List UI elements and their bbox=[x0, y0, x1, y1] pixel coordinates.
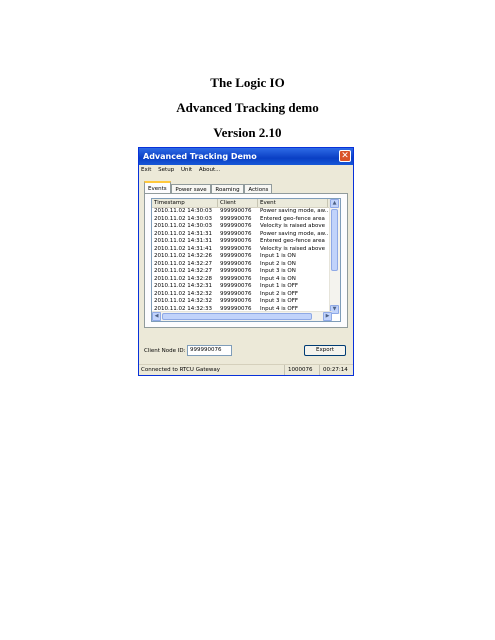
cell-timestamp: 2010.11.02 14:32:26 bbox=[154, 253, 212, 259]
table-row[interactable]: 2010.11.02 14:32:28 999990076 Input 4 is O… bbox=[152, 276, 328, 284]
table-row[interactable]: 2010.11.02 14:32:32 999990076 Input 2 is O… bbox=[152, 291, 328, 299]
cell-timestamp: 2010.11.02 14:31:31 bbox=[154, 230, 212, 237]
table-row[interactable]: 2010.11.02 14:32:26 999990076 Input 1 is O… bbox=[152, 253, 328, 261]
horizontal-scrollbar[interactable]: ◀ ▶ bbox=[152, 311, 332, 321]
close-button[interactable]: ✕ bbox=[339, 150, 351, 162]
cell-client: 999990076 bbox=[220, 215, 252, 222]
cell-client: 999990076 bbox=[220, 275, 252, 282]
table-row[interactable]: 2010.11.02 14:31:31 999990076 Power saving… bbox=[152, 231, 328, 239]
cell-event: Velocity is raised above bbox=[260, 223, 325, 229]
cell-event: Input 2 is OFF bbox=[260, 290, 299, 297]
table-row[interactable]: 2010.11.02 14:30:03 999990076 Entered geo-… bbox=[152, 216, 328, 224]
document-title: The Logic IO bbox=[210, 75, 285, 90]
bottom-controls: Client Node ID: 999990076 Export bbox=[144, 345, 350, 357]
cell-event: Power saving mode, aw... bbox=[260, 208, 328, 214]
table-row[interactable]: 2010.11.02 14:32:27 999990076 Input 3 is O… bbox=[152, 268, 328, 276]
cell-event: Input 1 is OFF bbox=[260, 283, 299, 289]
window-title: Advanced Tracking Demo bbox=[143, 152, 257, 161]
column-header-event[interactable]: Event bbox=[258, 199, 328, 207]
scroll-up-icon[interactable]: ▲ bbox=[330, 199, 339, 208]
cell-client: 999990076 bbox=[220, 208, 252, 214]
cell-timestamp: 2010.11.02 14:30:03 bbox=[154, 208, 212, 214]
menu-unit[interactable]: Unit bbox=[181, 167, 192, 173]
column-header-client[interactable]: Client bbox=[218, 199, 258, 207]
table-row[interactable]: 2010.11.02 14:32:31 999990076 Input 1 is O… bbox=[152, 283, 328, 291]
cell-client: 999990076 bbox=[220, 298, 252, 304]
cell-client: 999990076 bbox=[220, 268, 252, 274]
table-row[interactable]: 2010.11.02 14:30:03 999990076 Velocity is … bbox=[152, 223, 328, 231]
cell-event: Velocity is raised above bbox=[260, 245, 325, 252]
cell-timestamp: 2010.11.02 14:32:27 bbox=[154, 260, 212, 267]
status-node: 1000076 bbox=[284, 365, 313, 375]
cell-timestamp: 2010.11.02 14:31:41 bbox=[154, 245, 212, 252]
menu-about[interactable]: About... bbox=[199, 167, 221, 173]
app-window: Advanced Tracking Demo ✕ Exit Setup Unit… bbox=[138, 147, 354, 376]
document-subtitle: Advanced Tracking demo bbox=[176, 100, 319, 115]
vertical-scroll-thumb[interactable] bbox=[331, 209, 338, 271]
document-version: Version 2.10 bbox=[213, 125, 282, 140]
cell-timestamp: 2010.11.02 14:32:27 bbox=[154, 268, 212, 274]
table-row[interactable]: 2010.11.02 14:31:31 999990076 Entered geo-… bbox=[152, 238, 328, 246]
export-button[interactable]: Export bbox=[304, 345, 346, 356]
events-panel: Timestamp Client Event 2010.11.02 14:30:… bbox=[144, 193, 348, 328]
cell-timestamp: 2010.11.02 14:30:03 bbox=[154, 223, 212, 229]
tab-strip: Events Power save Roaming Actions bbox=[144, 181, 273, 195]
client-node-id-field[interactable]: 999990076 bbox=[187, 345, 232, 356]
cell-event: Input 3 is ON bbox=[260, 268, 296, 274]
status-connection: Connected to RTCU Gateway bbox=[141, 367, 221, 373]
table-row[interactable]: 2010.11.02 14:32:27 999990076 Input 2 is O… bbox=[152, 261, 328, 269]
scroll-right-icon[interactable]: ▶ bbox=[323, 312, 332, 321]
cell-client: 999990076 bbox=[220, 223, 252, 229]
vertical-scrollbar[interactable]: ▲ ▼ bbox=[329, 199, 340, 314]
window-titlebar[interactable]: Advanced Tracking Demo ✕ bbox=[139, 148, 353, 165]
cell-event: Entered geo-fence area bbox=[260, 215, 325, 222]
scroll-left-icon[interactable]: ◀ bbox=[152, 312, 161, 321]
menu-setup[interactable]: Setup bbox=[158, 167, 174, 173]
cell-timestamp: 2010.11.02 14:32:28 bbox=[154, 275, 212, 282]
cell-client: 999990076 bbox=[220, 290, 252, 297]
cell-timestamp: 2010.11.02 14:32:31 bbox=[154, 283, 212, 289]
cell-client: 999990076 bbox=[220, 283, 252, 289]
list-rows: 2010.11.02 14:30:03 999990076 Power saving… bbox=[152, 208, 328, 314]
cell-event: Entered geo-fence area bbox=[260, 238, 325, 244]
horizontal-scroll-thumb[interactable] bbox=[162, 313, 312, 320]
cell-event: Power saving mode, aw... bbox=[260, 230, 328, 237]
table-row[interactable]: 2010.11.02 14:32:32 999990076 Input 3 is O… bbox=[152, 298, 328, 306]
cell-event: Input 4 is ON bbox=[260, 275, 296, 282]
menu-bar: Exit Setup Unit About... bbox=[139, 165, 353, 176]
cell-event: Input 1 is ON bbox=[260, 253, 296, 259]
cell-client: 999990076 bbox=[220, 230, 252, 237]
cell-timestamp: 2010.11.02 14:31:31 bbox=[154, 238, 212, 244]
cell-timestamp: 2010.11.02 14:32:32 bbox=[154, 290, 212, 297]
cell-client: 999990076 bbox=[220, 238, 252, 244]
status-bar: Connected to RTCU Gateway 1000076 00:27:… bbox=[139, 364, 353, 375]
cell-client: 999990076 bbox=[220, 245, 252, 252]
table-row[interactable]: 2010.11.02 14:30:03 999990076 Power saving… bbox=[152, 208, 328, 216]
column-header-timestamp[interactable]: Timestamp bbox=[152, 199, 218, 207]
cell-event: Input 3 is OFF bbox=[260, 298, 299, 304]
cell-timestamp: 2010.11.02 14:32:32 bbox=[154, 298, 212, 304]
cell-client: 999990076 bbox=[220, 253, 252, 259]
menu-exit[interactable]: Exit bbox=[141, 167, 151, 173]
cell-event: Input 2 is ON bbox=[260, 260, 296, 267]
client-node-label: Client Node ID: bbox=[144, 348, 186, 354]
list-header: Timestamp Client Event bbox=[152, 199, 340, 208]
events-list[interactable]: Timestamp Client Event 2010.11.02 14:30:… bbox=[151, 198, 341, 322]
table-row[interactable]: 2010.11.02 14:31:41 999990076 Velocity is … bbox=[152, 246, 328, 254]
cell-client: 999990076 bbox=[220, 260, 252, 267]
cell-timestamp: 2010.11.02 14:30:03 bbox=[154, 215, 212, 222]
status-time: 00:27:14 bbox=[319, 365, 348, 375]
